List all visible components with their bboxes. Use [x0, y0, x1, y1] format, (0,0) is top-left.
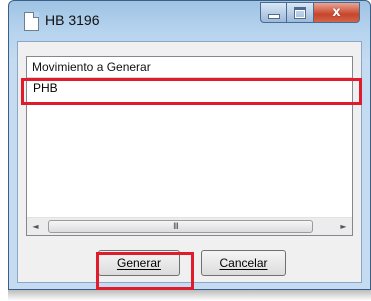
dialog-window: HB 3196 x Movimiento a Generar PHB ◄ III… [8, 0, 371, 290]
horizontal-scrollbar[interactable]: ◄ III ► [27, 217, 352, 235]
minimize-button[interactable] [260, 2, 287, 23]
cancelar-button[interactable]: Cancelar [201, 250, 286, 276]
dialog-client-area: Movimiento a Generar PHB ◄ III ► Generar… [17, 41, 362, 283]
minimize-icon [267, 14, 280, 19]
generar-button[interactable]: Generar [98, 250, 180, 276]
window-controls: x [260, 2, 360, 23]
list-item[interactable]: PHB [27, 78, 352, 98]
list-column-header[interactable]: Movimiento a Generar [27, 57, 352, 78]
movement-list[interactable]: Movimiento a Generar PHB ◄ III ► [26, 56, 353, 236]
scroll-left-icon[interactable]: ◄ [27, 218, 44, 235]
title-bar[interactable]: HB 3196 x [9, 1, 370, 41]
close-icon: x [332, 5, 341, 20]
close-button[interactable]: x [314, 2, 360, 23]
scrollbar-thumb[interactable]: III [48, 220, 313, 233]
document-icon [24, 12, 39, 31]
window-title: HB 3196 [45, 12, 100, 28]
scroll-right-icon[interactable]: ► [335, 218, 352, 235]
maximize-icon [294, 6, 306, 19]
maximize-button[interactable] [287, 2, 314, 23]
window-shadow [8, 290, 371, 301]
scroll-grip-icon: III [173, 222, 179, 232]
